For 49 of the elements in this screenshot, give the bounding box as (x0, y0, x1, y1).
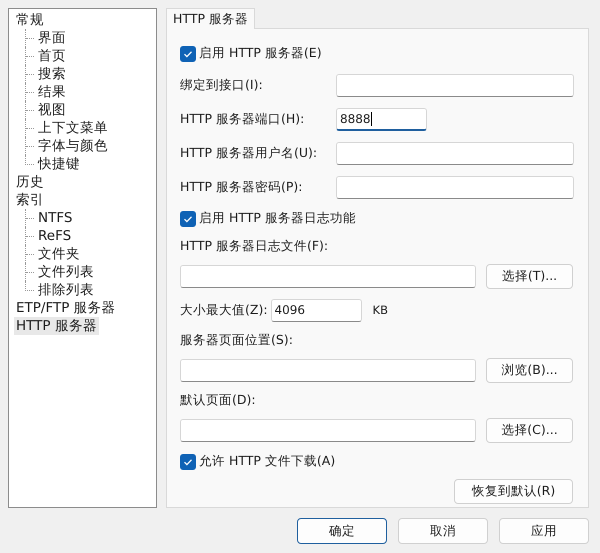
browse-button[interactable]: 浏览(B)... (486, 358, 573, 382)
field-label: 服务器页面位置(S): (180, 332, 293, 348)
reset-button[interactable]: 恢复到默认(R) (454, 478, 573, 504)
field-label: HTTP 服务器日志文件(F): (180, 238, 328, 254)
tree-item[interactable]: HTTP 服务器 (14, 317, 99, 335)
browse-button[interactable]: 选择(T)... (486, 264, 573, 288)
input-field[interactable] (336, 176, 574, 198)
tree-item[interactable]: 快捷键 (36, 155, 82, 173)
tree-item[interactable]: 搜索 (36, 65, 68, 83)
tree-item[interactable]: 结果 (36, 83, 68, 101)
field-label: 默认页面(D): (180, 392, 256, 408)
field-label: HTTP 服务器端口(H): (180, 110, 306, 128)
checkbox-label[interactable]: 启用 HTTP 服务器(E) (199, 45, 322, 62)
browse-button[interactable]: 选择(C)... (486, 418, 573, 442)
field-label: 绑定到接口(I): (180, 76, 264, 94)
input-field[interactable] (336, 74, 574, 96)
input-field[interactable]: 8888 (336, 108, 427, 130)
tree-item[interactable]: 字体与颜色 (36, 137, 110, 155)
unit-label: KB (372, 303, 388, 317)
dialog-button[interactable]: 取消 (398, 518, 488, 544)
input-field[interactable] (180, 418, 476, 442)
tree-item[interactable]: 索引 (14, 191, 46, 209)
checkbox-label[interactable]: 允许 HTTP 文件下载(A) (199, 453, 336, 470)
tree-item[interactable]: 界面 (36, 29, 68, 47)
checkbox-label[interactable]: 启用 HTTP 服务器日志功能 (199, 210, 356, 227)
tree-item[interactable]: 文件列表 (36, 263, 96, 281)
tree-item[interactable]: ETP/FTP 服务器 (14, 299, 118, 317)
tree-item[interactable]: ReFS (36, 227, 74, 245)
input-field[interactable] (180, 264, 476, 288)
tree-item[interactable]: 首页 (36, 47, 68, 65)
tree-item[interactable]: 排除列表 (36, 281, 96, 299)
tree-item[interactable]: 文件夹 (36, 245, 82, 263)
dialog-button[interactable]: 确定 (297, 518, 387, 544)
tree-item[interactable]: 常规 (14, 11, 46, 29)
tree-item[interactable]: NTFS (36, 209, 74, 227)
checkbox[interactable] (180, 454, 196, 470)
dialog-button[interactable]: 应用 (499, 518, 589, 544)
input-field[interactable] (336, 142, 574, 164)
tree-item[interactable]: 历史 (14, 173, 46, 191)
input-field[interactable]: 4096 (270, 298, 362, 322)
tree-item[interactable]: 视图 (36, 101, 68, 119)
checkbox[interactable] (180, 46, 196, 62)
checkbox[interactable] (180, 210, 196, 226)
tab[interactable]: HTTP 服务器 (166, 8, 255, 29)
input-field[interactable] (180, 358, 476, 382)
field-label: HTTP 服务器密码(P): (180, 178, 304, 196)
field-label: HTTP 服务器用户名(U): (180, 144, 318, 162)
field-label: 大小最大值(Z): (180, 302, 268, 318)
tree-item[interactable]: 上下文菜单 (36, 119, 110, 137)
